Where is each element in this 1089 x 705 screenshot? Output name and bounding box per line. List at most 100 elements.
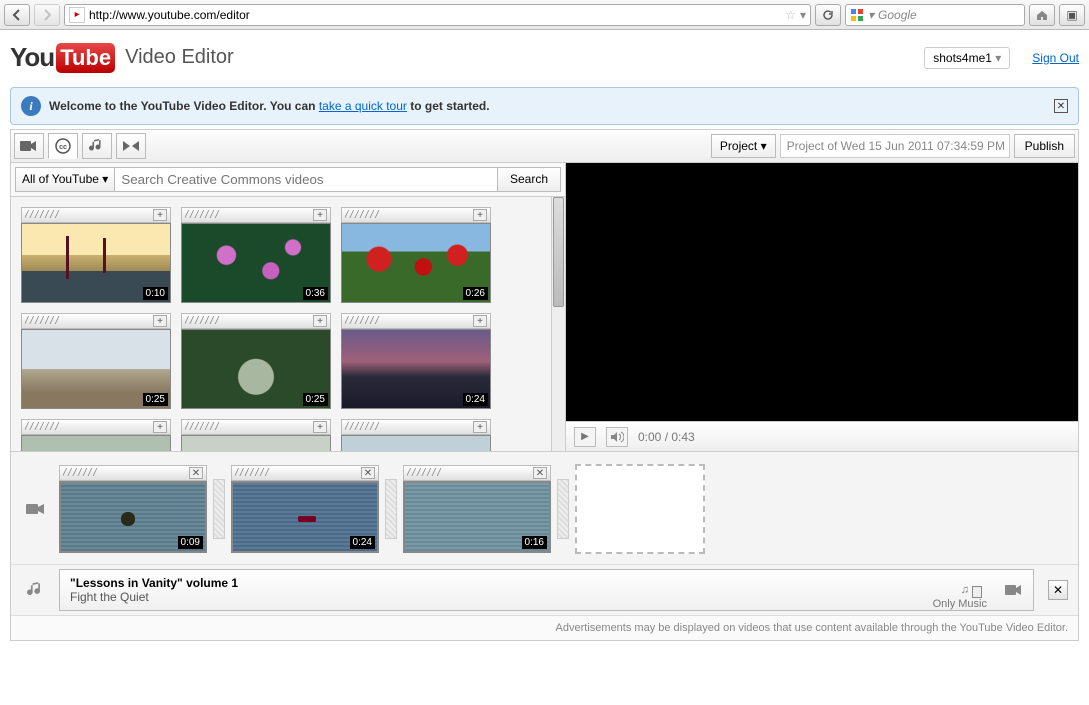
timeline-clip[interactable]: ///////0:09 <box>59 465 207 553</box>
add-clip-button[interactable]: + <box>313 421 327 433</box>
library-clip[interactable]: ///////+0:24 <box>341 313 491 409</box>
add-clip-button[interactable]: + <box>153 209 167 221</box>
clip-thumbnail[interactable] <box>341 435 491 451</box>
clip-duration: 0:25 <box>303 393 328 406</box>
clip-duration: 0:25 <box>143 393 168 406</box>
remove-clip-button[interactable] <box>361 467 375 479</box>
play-button[interactable]: ▶ <box>574 427 596 447</box>
clip-thumbnail[interactable] <box>181 435 331 451</box>
add-clip-button[interactable]: + <box>313 315 327 327</box>
add-clip-button[interactable]: + <box>153 315 167 327</box>
library-clip[interactable]: ///////+0:25 <box>181 313 331 409</box>
add-clip-button[interactable]: + <box>473 315 487 327</box>
music-icon: ♫ <box>961 584 969 596</box>
clip-thumbnail[interactable]: 0:25 <box>181 329 331 409</box>
sign-out-link[interactable]: Sign Out <box>1032 51 1079 65</box>
clip-thumbnail[interactable] <box>21 435 171 451</box>
search-button[interactable]: Search <box>498 167 561 192</box>
clip-thumbnail[interactable]: 0:36 <box>181 223 331 303</box>
clip-duration: 0:16 <box>522 536 547 549</box>
timeline-drop-target[interactable] <box>575 464 705 554</box>
transition-slot[interactable] <box>213 479 225 539</box>
playback-time: 0:00 / 0:43 <box>638 430 695 444</box>
video-track-icon <box>21 502 51 516</box>
page-header: YouTube Video Editor shots4me1 ▾ Sign Ou… <box>0 30 1089 79</box>
publish-button[interactable]: Publish <box>1014 134 1075 158</box>
quick-tour-link[interactable]: take a quick tour <box>319 99 407 113</box>
audio-track-icon <box>21 581 51 599</box>
preview-pane: ▶ 0:00 / 0:43 <box>566 163 1078 451</box>
transition-slot[interactable] <box>385 479 397 539</box>
clip-thumbnail[interactable]: 0:09 <box>59 481 207 553</box>
bookmark-icon[interactable]: ☆ <box>785 8 796 22</box>
add-clip-button[interactable]: + <box>473 421 487 433</box>
back-button[interactable] <box>4 4 30 26</box>
add-clip-button[interactable]: + <box>153 421 167 433</box>
tab-audio[interactable] <box>82 133 112 159</box>
clip-duration: 0:24 <box>463 393 488 406</box>
library-clip[interactable]: ///////+0:36 <box>181 207 331 303</box>
dropdown-icon[interactable]: ▾ <box>800 8 806 22</box>
clip-thumbnail[interactable]: 0:16 <box>403 481 551 553</box>
scrollbar[interactable] <box>551 197 565 451</box>
clip-thumbnail[interactable]: 0:10 <box>21 223 171 303</box>
reload-button[interactable] <box>815 4 841 26</box>
youtube-logo[interactable]: YouTube <box>10 42 115 73</box>
tab-my-videos[interactable] <box>14 133 44 159</box>
timeline-clip[interactable]: ///////0:16 <box>403 465 551 553</box>
add-clip-button[interactable]: + <box>473 209 487 221</box>
clip-duration: 0:09 <box>178 536 203 549</box>
audio-title: "Lessons in Vanity" volume 1 <box>70 576 238 590</box>
page-title: Video Editor <box>125 46 234 69</box>
browser-search[interactable]: ▾ Google <box>845 4 1025 26</box>
transition-slot[interactable] <box>557 479 569 539</box>
favicon-icon: ▶ <box>69 7 85 23</box>
search-input[interactable] <box>115 167 498 192</box>
forward-button[interactable] <box>34 4 60 26</box>
add-clip-button[interactable]: + <box>313 209 327 221</box>
home-button[interactable] <box>1029 4 1055 26</box>
url-bar[interactable]: ▶ ☆ ▾ <box>64 4 811 26</box>
url-input[interactable] <box>89 8 781 22</box>
audio-artist: Fight the Quiet <box>70 590 238 604</box>
clip-thumbnail[interactable]: 0:24 <box>341 329 491 409</box>
clip-thumbnail[interactable]: 0:25 <box>21 329 171 409</box>
browser-toolbar: ▶ ☆ ▾ ▾ Google ▣ <box>0 0 1089 30</box>
project-menu[interactable]: Project ▾ <box>711 134 776 158</box>
media-library: All of YouTube ▾ Search ///////+0:10////… <box>11 163 566 451</box>
chevron-down-icon: ▾ <box>102 172 108 186</box>
camera-icon <box>1005 584 1023 596</box>
volume-button[interactable] <box>606 427 628 447</box>
window-button[interactable]: ▣ <box>1059 4 1085 26</box>
project-name-field[interactable]: Project of Wed 15 Jun 2011 07:34:59 PM P <box>780 134 1010 158</box>
audio-clip[interactable]: "Lessons in Vanity" volume 1 Fight the Q… <box>59 569 1034 611</box>
clip-duration: 0:36 <box>303 287 328 300</box>
library-clip[interactable]: ///////+0:25 <box>21 313 171 409</box>
library-clip[interactable]: ///////+0:10 <box>21 207 171 303</box>
clip-thumbnail[interactable]: 0:26 <box>341 223 491 303</box>
clip-duration: 0:24 <box>350 536 375 549</box>
search-scope-dropdown[interactable]: All of YouTube ▾ <box>15 167 115 192</box>
footer-disclaimer: Advertisements may be displayed on video… <box>11 615 1078 640</box>
clip-thumbnail[interactable]: 0:24 <box>231 481 379 553</box>
user-menu[interactable]: shots4me1 ▾ <box>924 47 1010 69</box>
close-icon[interactable]: ✕ <box>1054 99 1068 113</box>
tab-transitions[interactable] <box>116 133 146 159</box>
timeline: ///////0:09 ///////0:24 ///////0:16 "Lesso… <box>10 452 1079 641</box>
chevron-down-icon: ▾ <box>995 51 1001 65</box>
tab-cc[interactable]: cc <box>48 133 78 159</box>
banner-text: Welcome to the YouTube Video Editor. You… <box>49 99 490 113</box>
search-placeholder: Google <box>878 8 917 22</box>
remove-audio-button[interactable]: ✕ <box>1048 580 1068 600</box>
library-clip[interactable]: ///////+0:26 <box>341 207 491 303</box>
remove-clip-button[interactable] <box>189 467 203 479</box>
library-clip[interactable]: ///////+ <box>341 419 491 451</box>
video-player[interactable] <box>566 163 1078 421</box>
remove-clip-button[interactable] <box>533 467 547 479</box>
chevron-down-icon: ▾ <box>761 139 767 153</box>
library-clip[interactable]: ///////+ <box>181 419 331 451</box>
timeline-clip[interactable]: ///////0:24 <box>231 465 379 553</box>
library-clip[interactable]: ///////+ <box>21 419 171 451</box>
editor-toolbar: cc Project ▾ Project of Wed 15 Jun 2011 … <box>10 129 1079 162</box>
welcome-banner: i Welcome to the YouTube Video Editor. Y… <box>10 87 1079 125</box>
